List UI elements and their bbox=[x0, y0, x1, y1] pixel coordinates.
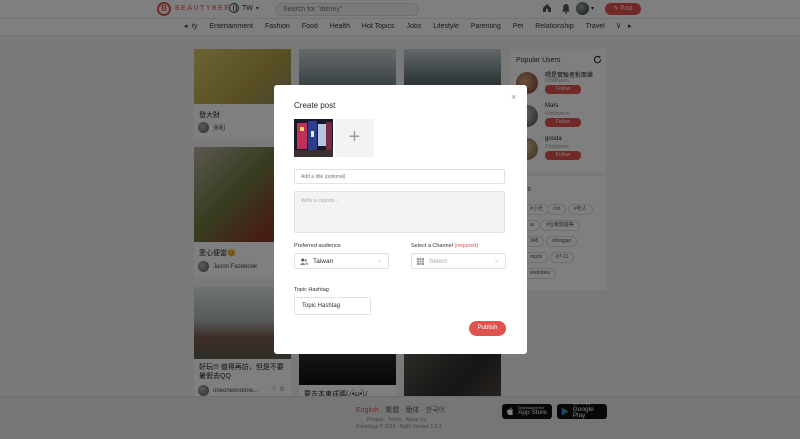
caption-input[interactable]: Write a caption... bbox=[294, 191, 505, 233]
create-post-dialog: Create post × + Write a caption... Prefe… bbox=[274, 85, 527, 354]
audience-label: Preferred audience bbox=[294, 243, 341, 249]
post-title-input[interactable] bbox=[294, 169, 505, 184]
add-media-button[interactable]: + bbox=[335, 119, 374, 157]
topic-hashtag-input[interactable]: Topic Hashtag bbox=[294, 297, 371, 315]
hashtag-label: Topic Hashtag bbox=[294, 287, 329, 293]
audience-value: Taiwan bbox=[313, 257, 334, 265]
chevron-down-icon: ⌄ bbox=[493, 258, 499, 264]
channel-label: Select a Channel (required) bbox=[411, 243, 478, 249]
channel-placeholder: Select bbox=[429, 257, 448, 265]
publish-button[interactable]: Publish bbox=[469, 321, 506, 336]
people-icon bbox=[300, 258, 308, 265]
close-icon[interactable]: × bbox=[511, 92, 516, 102]
channel-select[interactable]: Select ⌄ bbox=[411, 253, 506, 269]
audience-select[interactable]: Taiwan ⌄ bbox=[294, 253, 389, 269]
chevron-down-icon: ⌄ bbox=[376, 258, 382, 264]
grid-icon bbox=[417, 257, 424, 265]
media-thumbnail[interactable] bbox=[294, 119, 333, 157]
channel-label-text: Select a Channel bbox=[411, 243, 453, 249]
dialog-title: Create post bbox=[294, 101, 336, 110]
thumbnail-image bbox=[294, 119, 333, 157]
required-marker: (required) bbox=[454, 243, 479, 249]
